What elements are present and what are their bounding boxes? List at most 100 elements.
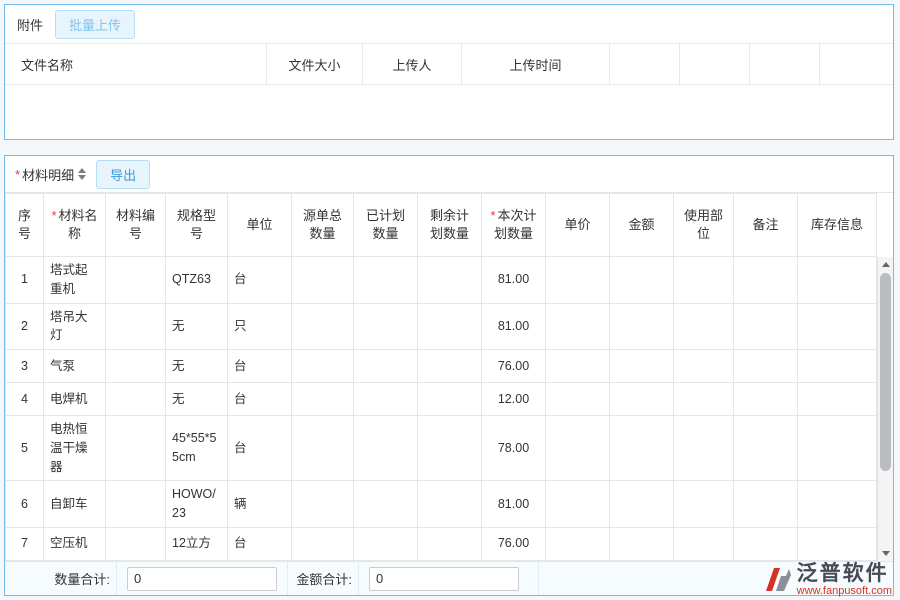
cell-source_qty[interactable] [292, 350, 354, 383]
cell-no[interactable]: 7 [6, 527, 44, 560]
amount-total-input[interactable] [369, 567, 519, 591]
cell-source_qty[interactable] [292, 527, 354, 560]
material-row[interactable]: 1塔式起重机QTZ63台81.00 [6, 257, 877, 304]
cell-remaining_qty[interactable] [418, 481, 482, 528]
material-row[interactable]: 4电焊机无台12.00 [6, 383, 877, 416]
cell-spec[interactable]: 无 [166, 350, 228, 383]
scroll-down-arrow-icon[interactable] [878, 546, 893, 561]
cell-price[interactable] [546, 416, 610, 481]
cell-price[interactable] [546, 257, 610, 304]
cell-price[interactable] [546, 303, 610, 350]
cell-plan_qty[interactable]: 76.00 [482, 350, 546, 383]
cell-remaining_qty[interactable] [418, 383, 482, 416]
cell-remaining_qty[interactable] [418, 416, 482, 481]
cell-amount[interactable] [610, 350, 674, 383]
cell-unit[interactable]: 台 [228, 350, 292, 383]
cell-unit[interactable]: 台 [228, 527, 292, 560]
cell-price[interactable] [546, 383, 610, 416]
cell-plan_qty[interactable]: 76.00 [482, 527, 546, 560]
cell-amount[interactable] [610, 383, 674, 416]
material-row[interactable]: 7空压机 12立方台 76.00 [6, 527, 877, 560]
cell-no[interactable]: 5 [6, 416, 44, 481]
cell-planned_qty[interactable] [354, 350, 418, 383]
cell-plan_qty[interactable]: 81.00 [482, 481, 546, 528]
cell-spec[interactable]: 无 [166, 303, 228, 350]
cell-code[interactable] [106, 527, 166, 560]
cell-remark[interactable] [734, 481, 798, 528]
cell-spec[interactable]: QTZ63 [166, 257, 228, 304]
cell-price[interactable] [546, 527, 610, 560]
cell-code[interactable] [106, 350, 166, 383]
cell-spec[interactable]: 12立方 [166, 527, 228, 560]
material-row[interactable]: 6自卸车 HOWO/23辆 81.00 [6, 481, 877, 528]
cell-stock[interactable] [798, 416, 877, 481]
cell-source_qty[interactable] [292, 481, 354, 528]
export-button[interactable]: 导出 [96, 160, 150, 189]
cell-spec[interactable]: HOWO/23 [166, 481, 228, 528]
cell-remark[interactable] [734, 383, 798, 416]
cell-amount[interactable] [610, 303, 674, 350]
cell-remark[interactable] [734, 303, 798, 350]
cell-remark[interactable] [734, 350, 798, 383]
material-row[interactable]: 3气泵无台76.00 [6, 350, 877, 383]
cell-unit[interactable]: 辆 [228, 481, 292, 528]
cell-planned_qty[interactable] [354, 481, 418, 528]
cell-no[interactable]: 1 [6, 257, 44, 304]
qty-total-input[interactable] [127, 567, 277, 591]
cell-remaining_qty[interactable] [418, 350, 482, 383]
cell-planned_qty[interactable] [354, 416, 418, 481]
cell-code[interactable] [106, 481, 166, 528]
cell-code[interactable] [106, 383, 166, 416]
cell-unit[interactable]: 台 [228, 416, 292, 481]
cell-amount[interactable] [610, 527, 674, 560]
cell-name[interactable]: 自卸车 [44, 481, 106, 528]
scrollbar-thumb[interactable] [880, 273, 891, 471]
cell-unit[interactable]: 台 [228, 383, 292, 416]
cell-plan_qty[interactable]: 12.00 [482, 383, 546, 416]
cell-stock[interactable] [798, 257, 877, 304]
cell-planned_qty[interactable] [354, 257, 418, 304]
cell-remark[interactable] [734, 416, 798, 481]
cell-code[interactable] [106, 257, 166, 304]
cell-amount[interactable] [610, 416, 674, 481]
cell-stock[interactable] [798, 383, 877, 416]
material-row[interactable]: 5电热恒温干燥器45*55*55cm台78.00 [6, 416, 877, 481]
cell-plan_qty[interactable]: 81.00 [482, 303, 546, 350]
cell-amount[interactable] [610, 481, 674, 528]
cell-name[interactable]: 空压机 [44, 527, 106, 560]
cell-remaining_qty[interactable] [418, 527, 482, 560]
cell-plan_qty[interactable]: 81.00 [482, 257, 546, 304]
cell-spec[interactable]: 45*55*55cm [166, 416, 228, 481]
cell-location[interactable] [674, 257, 734, 304]
cell-spec[interactable]: 无 [166, 383, 228, 416]
cell-planned_qty[interactable] [354, 383, 418, 416]
cell-name[interactable]: 电焊机 [44, 383, 106, 416]
cell-name[interactable]: 气泵 [44, 350, 106, 383]
cell-location[interactable] [674, 303, 734, 350]
cell-name[interactable]: 塔式起重机 [44, 257, 106, 304]
vertical-scrollbar[interactable] [877, 257, 893, 561]
scroll-up-arrow-icon[interactable] [878, 257, 893, 272]
cell-remaining_qty[interactable] [418, 303, 482, 350]
cell-remaining_qty[interactable] [418, 257, 482, 304]
cell-stock[interactable] [798, 527, 877, 560]
cell-code[interactable] [106, 303, 166, 350]
batch-upload-button[interactable]: 批量上传 [55, 10, 135, 39]
cell-code[interactable] [106, 416, 166, 481]
cell-remark[interactable] [734, 527, 798, 560]
cell-source_qty[interactable] [292, 257, 354, 304]
cell-location[interactable] [674, 416, 734, 481]
material-row[interactable]: 2塔吊大灯无只81.00 [6, 303, 877, 350]
cell-source_qty[interactable] [292, 416, 354, 481]
cell-source_qty[interactable] [292, 303, 354, 350]
cell-planned_qty[interactable] [354, 527, 418, 560]
cell-stock[interactable] [798, 481, 877, 528]
cell-planned_qty[interactable] [354, 303, 418, 350]
cell-location[interactable] [674, 481, 734, 528]
cell-no[interactable]: 2 [6, 303, 44, 350]
cell-stock[interactable] [798, 303, 877, 350]
cell-name[interactable]: 塔吊大灯 [44, 303, 106, 350]
cell-no[interactable]: 6 [6, 481, 44, 528]
cell-name[interactable]: 电热恒温干燥器 [44, 416, 106, 481]
cell-remark[interactable] [734, 257, 798, 304]
